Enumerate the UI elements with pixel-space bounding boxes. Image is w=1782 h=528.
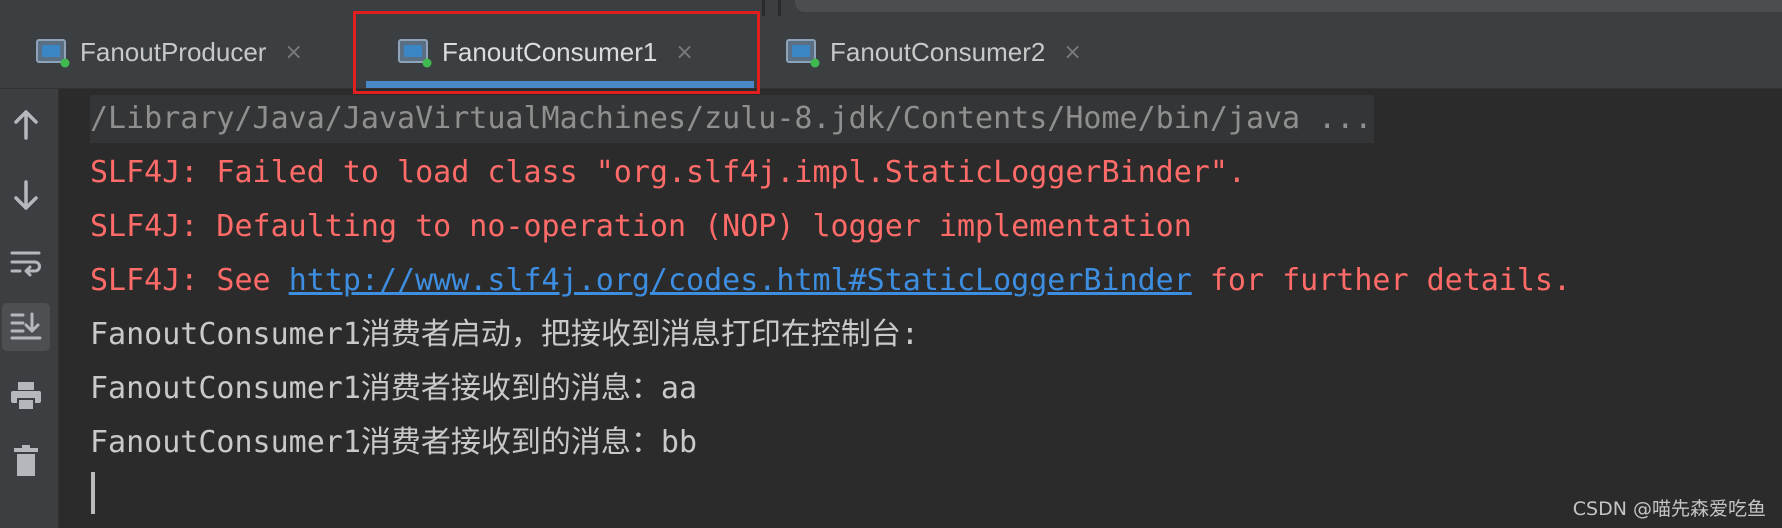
close-icon[interactable]: × <box>1063 40 1081 65</box>
java-command[interactable]: /Library/Java/JavaVirtualMachines/zulu-8… <box>90 95 1375 143</box>
trash-icon <box>11 444 41 482</box>
pane-divider <box>762 0 765 16</box>
editor-pane-edge <box>795 0 1782 12</box>
arrow-down-icon <box>11 178 41 216</box>
tab-fanout-producer[interactable]: FanoutProducer × <box>36 16 303 88</box>
close-icon[interactable]: × <box>284 40 302 65</box>
console-line-output: FanoutConsumer1消费者接收到的消息：aa <box>90 371 698 406</box>
scroll-to-end-icon <box>9 310 43 344</box>
pane-divider <box>778 0 781 16</box>
console-output[interactable]: /Library/Java/JavaVirtualMachines/zulu-8… <box>90 92 1770 470</box>
print-icon <box>9 380 43 416</box>
arrow-up-icon <box>11 108 41 146</box>
console-toolbar <box>0 89 59 528</box>
run-tool-window: FanoutProducer × FanoutConsumer1 × Fanou… <box>0 0 1782 528</box>
tab-label: FanoutProducer <box>80 36 267 67</box>
watermark: CSDN @喵先森爱吃鱼 <box>1572 498 1766 520</box>
run-config-icon <box>786 38 820 68</box>
console-line-command: /Library/Java/JavaVirtualMachines/zulu-8… <box>90 92 1770 146</box>
run-config-icon <box>36 38 70 68</box>
close-icon[interactable]: × <box>675 40 693 65</box>
top-strip <box>0 0 1782 16</box>
up-button[interactable] <box>2 103 50 151</box>
run-tab-bar: FanoutProducer × FanoutConsumer1 × Fanou… <box>0 16 1782 89</box>
tab-label: FanoutConsumer1 <box>442 36 658 67</box>
console-line-error: SLF4J: Failed to load class "org.slf4j.i… <box>90 155 1246 190</box>
tab-label: FanoutConsumer2 <box>830 36 1046 67</box>
slf4j-link[interactable]: http://www.slf4j.org/codes.html#StaticLo… <box>289 263 1192 298</box>
soft-wrap-button[interactable] <box>2 241 50 289</box>
console-line-error: SLF4J: Defaulting to no-operation (NOP) … <box>90 209 1192 244</box>
active-tab-indicator <box>366 81 754 88</box>
down-button[interactable] <box>2 173 50 221</box>
scroll-to-end-button[interactable] <box>2 303 50 351</box>
console-line-error: SLF4J: See http://www.slf4j.org/codes.ht… <box>90 254 1770 308</box>
error-suffix: for further details. <box>1191 263 1572 298</box>
console-line-output: FanoutConsumer1消费者启动，把接收到消息打印在控制台: <box>90 317 919 352</box>
text-cursor <box>91 472 95 514</box>
print-button[interactable] <box>2 374 50 422</box>
soft-wrap-icon <box>9 248 43 282</box>
tab-fanout-consumer1[interactable]: FanoutConsumer1 × <box>398 16 694 88</box>
error-prefix: SLF4J: See <box>90 263 289 298</box>
clear-button[interactable] <box>2 439 50 487</box>
console-line-output: FanoutConsumer1消费者接收到的消息：bb <box>90 425 698 460</box>
run-config-icon <box>398 38 432 68</box>
tab-fanout-consumer2[interactable]: FanoutConsumer2 × <box>786 16 1082 88</box>
